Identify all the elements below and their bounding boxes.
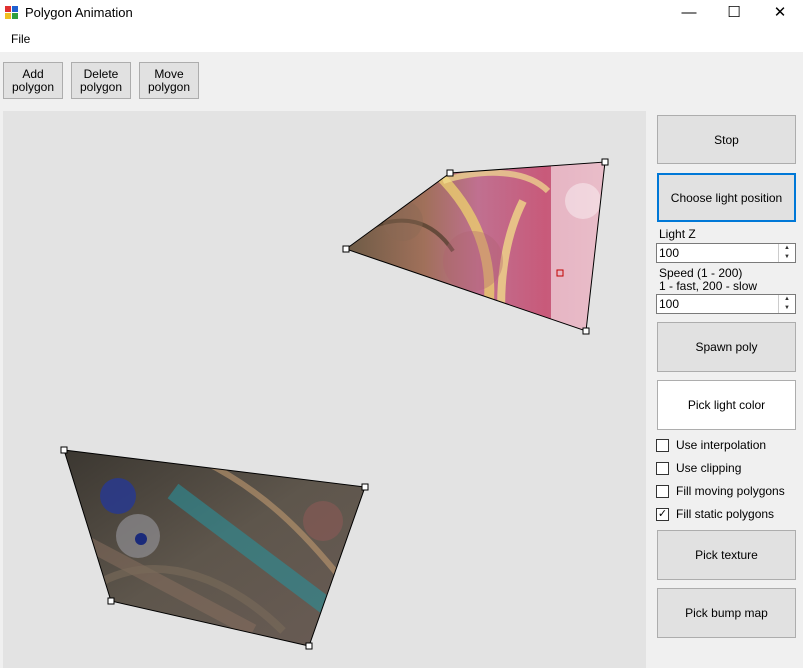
add-polygon-button[interactable]: Add polygon [3,62,63,99]
window-title: Polygon Animation [25,5,133,20]
fill-moving-polygons-checkbox[interactable]: Fill moving polygons [656,483,785,499]
pick-bump-map-label: Pick bump map [685,606,768,620]
use-interpolation-checkbox[interactable]: Use interpolation [656,437,766,453]
choose-light-position-label: Choose light position [670,190,783,205]
light-z-label: Light Z [659,227,696,241]
pick-texture-label: Pick texture [695,548,758,562]
stop-button-label: Stop [714,132,739,147]
fill-static-polygons-checkbox[interactable]: ✓ Fill static polygons [656,506,774,522]
spawn-poly-label: Spawn poly [695,340,758,354]
close-button[interactable]: ✕ [757,0,803,26]
menu-file[interactable]: File [11,32,30,46]
stop-button[interactable]: Stop [657,115,796,164]
spin-down-icon[interactable]: ▼ [779,253,795,262]
light-z-stepper[interactable]: ▲ ▼ [656,243,796,263]
polygon-bottom[interactable] [61,447,369,649]
maximize-button[interactable]: ☐ [711,0,757,26]
spin-up-icon[interactable]: ▲ [779,244,795,253]
checkbox-box[interactable] [656,438,669,452]
spin-up-icon[interactable]: ▲ [779,295,795,304]
move-polygon-label: Move polygon [147,66,191,94]
app-icon [5,6,18,19]
minimize-button[interactable]: — [666,0,712,26]
pick-texture-button[interactable]: Pick texture [657,530,796,580]
spawn-poly-button[interactable]: Spawn poly [657,322,796,372]
polygon-top[interactable] [343,159,613,337]
use-clipping-checkbox[interactable]: Use clipping [656,460,741,476]
delete-polygon-button[interactable]: Delete polygon [71,62,131,99]
light-z-arrows[interactable]: ▲ ▼ [778,244,795,262]
choose-light-position-button[interactable]: Choose light position [657,173,796,222]
add-polygon-label: Add polygon [11,66,55,94]
drawing-canvas[interactable] [3,111,646,668]
checkbox-label: Fill moving polygons [676,484,785,498]
speed-arrows[interactable]: ▲ ▼ [778,295,795,313]
checkbox-label: Use interpolation [676,438,767,452]
move-polygon-button[interactable]: Move polygon [139,62,199,99]
checkmark-icon[interactable]: ✓ [656,507,669,521]
spin-down-icon[interactable]: ▼ [779,304,795,313]
canvas-drawing [60,158,613,650]
title-bar: Polygon Animation — ☐ ✕ [0,0,803,26]
speed-stepper[interactable]: ▲ ▼ [656,294,796,314]
delete-polygon-label: Delete polygon [79,66,123,94]
speed-input[interactable] [659,296,777,312]
menu-bar: File [0,26,803,52]
pick-bump-map-button[interactable]: Pick bump map [657,588,796,638]
checkbox-box[interactable] [656,461,669,475]
speed-hint-label: 1 - fast, 200 - slow [659,279,758,293]
checkbox-label: Use clipping [676,461,742,475]
pick-light-color-label: Pick light color [687,398,766,412]
checkbox-box[interactable] [656,484,669,498]
pick-light-color-button[interactable]: Pick light color [657,380,796,430]
checkbox-label: Fill static polygons [676,507,775,521]
light-z-input[interactable] [659,245,777,261]
